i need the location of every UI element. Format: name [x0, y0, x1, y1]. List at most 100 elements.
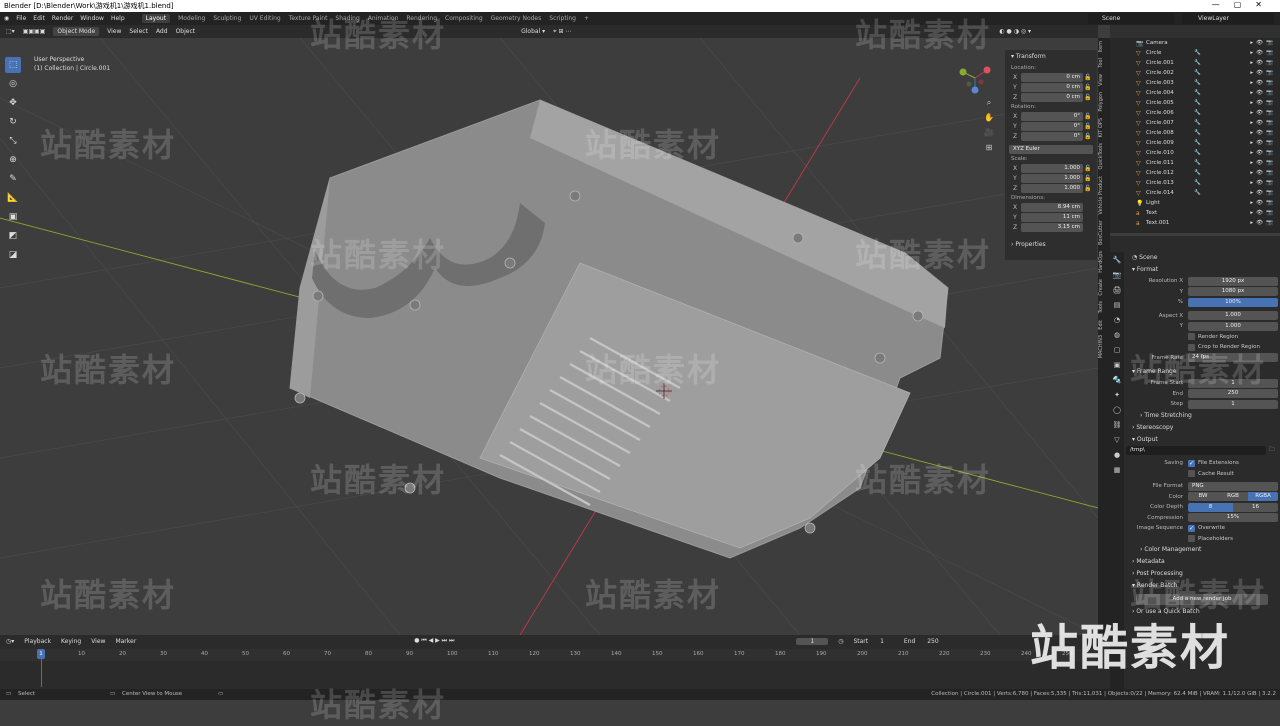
menu-window[interactable]: Window [80, 15, 104, 22]
visibility-icons[interactable]: ▸👁📷 [1250, 170, 1280, 176]
dimensions-y-field[interactable]: 11 cm [1021, 212, 1083, 222]
rotation-z-field[interactable]: 0° [1021, 131, 1083, 141]
tab-machin3[interactable]: MACHIN3 [1098, 332, 1108, 361]
output-props-icon[interactable]: 🖨 [1112, 285, 1122, 295]
aspect-y-field[interactable]: 1.000 [1188, 321, 1278, 331]
scale-x-field[interactable]: 1.000 [1021, 163, 1083, 173]
camera-view-icon[interactable]: 🎥 [984, 128, 994, 138]
tool-settings-icon[interactable]: 🔧 [1112, 255, 1122, 265]
overwrite-checkbox[interactable]: ✓ [1188, 524, 1195, 532]
editor-type-icon[interactable]: ⬚▾ [6, 28, 15, 35]
tab-polygon[interactable]: Polygon [1098, 89, 1108, 115]
add-cube-icon[interactable]: ▣ [5, 209, 21, 225]
particles-icon[interactable]: ✦ [1112, 390, 1122, 400]
snap-icon[interactable]: ⌖ ⊞ ⋯ [553, 28, 571, 36]
outliner-item[interactable]: ▽ Circle.007 🔧 ▸👁📷 [1110, 118, 1280, 128]
color-depth-16-option[interactable]: 16 [1233, 502, 1278, 512]
visibility-icons[interactable]: ▸👁📷 [1250, 160, 1280, 166]
properties-panel-header[interactable]: › Properties [1005, 238, 1097, 251]
lock-icon[interactable]: 🔓 [1083, 74, 1093, 81]
modifier-props-icon[interactable]: 🔩 [1112, 375, 1122, 385]
menu-render[interactable]: Render [52, 15, 73, 22]
visibility-icons[interactable]: ▸👁📷 [1250, 50, 1280, 56]
tab-tool[interactable]: Tool [1098, 55, 1108, 71]
tab-create[interactable]: Create [1098, 276, 1108, 299]
metadata-header[interactable]: › Metadata [1126, 556, 1278, 568]
visibility-icons[interactable]: ▸👁📷 [1250, 100, 1280, 106]
shrink-icon[interactable]: ◩ [5, 228, 21, 244]
tab-geometry-nodes[interactable]: Geometry Nodes [491, 15, 542, 22]
render-region-checkbox[interactable] [1188, 333, 1195, 341]
visibility-icons[interactable]: ▸👁📷 [1250, 80, 1280, 86]
data-props-icon[interactable]: ▽ [1112, 435, 1122, 445]
axis-gizmo-icon[interactable] [955, 62, 995, 94]
location-x-field[interactable]: 0 cm [1021, 72, 1083, 82]
location-y-field[interactable]: 0 cm [1021, 82, 1083, 92]
measure-icon[interactable]: 📐 [5, 190, 21, 206]
current-frame-field[interactable]: 1 [796, 637, 829, 645]
tab-item[interactable]: Item [1098, 38, 1108, 55]
menu-object[interactable]: Object [176, 28, 196, 35]
menu-file[interactable]: File [16, 15, 26, 22]
timeline[interactable]: ◷▾ Playback Keying View Marker ● ⏮ ◀ ▶ ⏭… [0, 635, 1110, 689]
outliner-item[interactable]: ▽ Circle.005 🔧 ▸👁📷 [1110, 98, 1280, 108]
outliner-item[interactable]: ▽ Circle.001 🔧 ▸👁📷 [1110, 58, 1280, 68]
tab-quicktools[interactable]: QuickTools [1098, 140, 1108, 172]
folder-icon[interactable]: 🗀 [1266, 446, 1278, 455]
lock-icon[interactable]: 🔓 [1083, 113, 1093, 120]
outliner-item[interactable]: ▽ Circle.003 🔧 ▸👁📷 [1110, 78, 1280, 88]
outliner-item[interactable]: 📷 Camera ▸👁📷 [1110, 38, 1280, 48]
format-section-header[interactable]: ▾ Format [1126, 264, 1278, 276]
collection-props-icon[interactable]: ▢ [1112, 345, 1122, 355]
tab-vehicle-product[interactable]: Vehicle Product [1098, 173, 1108, 217]
tab-compositing[interactable]: Compositing [445, 15, 483, 22]
visibility-icons[interactable]: ▸👁📷 [1250, 180, 1280, 186]
menu-keying[interactable]: Keying [61, 638, 81, 645]
world-props-icon[interactable]: ◍ [1112, 330, 1122, 340]
end-frame-field[interactable]: End 250 [904, 638, 949, 645]
lock-icon[interactable]: 🔓 [1083, 133, 1093, 140]
file-format-select[interactable]: PNG [1188, 481, 1278, 491]
visibility-icons[interactable]: ▸👁📷 [1250, 130, 1280, 136]
visibility-icons[interactable]: ▸👁📷 [1250, 60, 1280, 66]
mode-selector[interactable]: Object Mode [53, 27, 100, 36]
menu-view[interactable]: View [107, 28, 121, 35]
blender-logo-icon[interactable]: ◉ [4, 15, 9, 22]
frame-step-field[interactable]: 1 [1188, 399, 1278, 409]
outliner-item[interactable]: a Text.001 ▸👁📷 [1110, 218, 1280, 228]
timeline-editor-icon[interactable]: ◷▾ [6, 638, 14, 645]
resolution-y-field[interactable]: 1080 px [1188, 287, 1278, 297]
tab-tools[interactable]: Tools [1098, 298, 1108, 316]
visibility-icons[interactable]: ▸👁📷 [1250, 200, 1280, 206]
color-rgb-option[interactable]: RGB [1218, 492, 1248, 502]
resolution-percent-field[interactable]: 100% [1188, 297, 1278, 307]
transform-icon[interactable]: ⊕ [5, 152, 21, 168]
visibility-icons[interactable]: ▸👁📷 [1250, 140, 1280, 146]
visibility-icons[interactable]: ▸👁📷 [1250, 90, 1280, 96]
rotation-x-field[interactable]: 0° [1021, 111, 1083, 121]
add-workspace-button[interactable]: + [584, 15, 589, 22]
window-controls[interactable]: —▢✕ [1212, 0, 1276, 9]
cursor-icon[interactable]: ◎ [5, 76, 21, 92]
scale-z-field[interactable]: 1.000 [1021, 183, 1083, 193]
lock-icon[interactable]: 🔓 [1083, 94, 1093, 101]
rotation-y-field[interactable]: 0° [1021, 121, 1083, 131]
tab-hardops[interactable]: HardOps [1098, 248, 1108, 276]
extra-tool-icon[interactable]: ◪ [5, 247, 21, 263]
outliner-item[interactable]: ▽ Circle.013 🔧 ▸👁📷 [1110, 178, 1280, 188]
visibility-icons[interactable]: ▸👁📷 [1250, 220, 1280, 226]
outliner-item[interactable]: ▽ Circle.010 🔧 ▸👁📷 [1110, 148, 1280, 158]
tab-modeling[interactable]: Modeling [178, 15, 205, 22]
visibility-icons[interactable]: ▸👁📷 [1250, 150, 1280, 156]
outliner-item[interactable]: ▽ Circle.009 🔧 ▸👁📷 [1110, 138, 1280, 148]
viewlayer-selector[interactable]: ViewLayer [1182, 13, 1274, 24]
outliner-item[interactable]: ▽ Circle.012 🔧 ▸👁📷 [1110, 168, 1280, 178]
scale-icon[interactable]: ⤡ [5, 133, 21, 149]
render-props-icon[interactable]: 📷 [1112, 270, 1122, 280]
outliner-item[interactable]: ▽ Circle.004 🔧 ▸👁📷 [1110, 88, 1280, 98]
outliner-item[interactable]: 💡 Light ▸👁📷 [1110, 198, 1280, 208]
transform-orientation[interactable]: Global ▾ [521, 28, 545, 35]
object-props-icon[interactable]: ▣ [1112, 360, 1122, 370]
tab-edit[interactable]: Edit [1098, 317, 1108, 333]
visibility-icons[interactable]: ▸👁📷 [1250, 120, 1280, 126]
